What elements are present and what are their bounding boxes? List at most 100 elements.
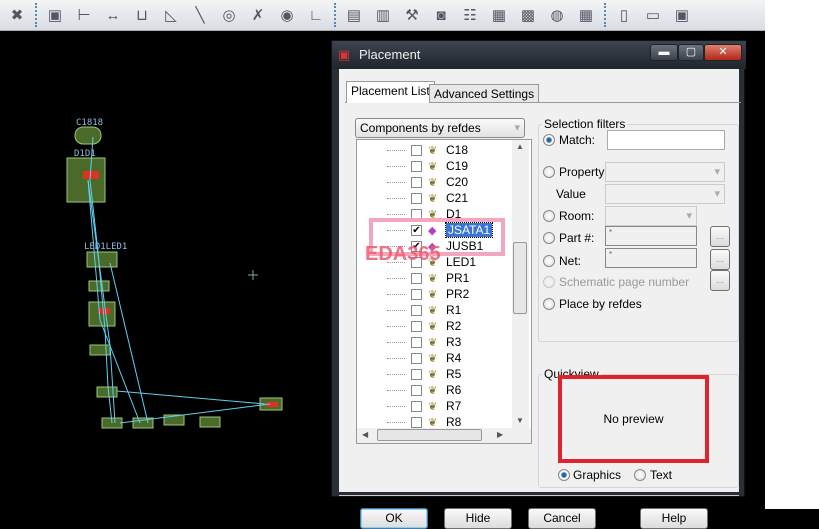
scrollbar-thumb[interactable] <box>513 242 527 314</box>
odb-icon[interactable]: ▤ <box>343 4 365 26</box>
list-mode-select[interactable]: Components by refdes <box>355 118 525 138</box>
tree-item[interactable]: ❦ PR2 <box>357 286 507 302</box>
report-icon[interactable]: ▦ <box>488 4 510 26</box>
dimension-datum-icon[interactable]: ⊔ <box>131 4 153 26</box>
dialog-client: Placement List Advanced Settings Compone… <box>339 69 741 529</box>
arc-icon[interactable]: ✗ <box>247 4 269 26</box>
array-icon[interactable]: ▦ <box>575 4 597 26</box>
value-select[interactable] <box>605 184 725 204</box>
net-browse-button[interactable]: ... <box>710 249 730 270</box>
tab-placement-list[interactable]: Placement List <box>346 81 435 103</box>
library-icon[interactable]: ▥ <box>372 4 394 26</box>
component-icon: ❦ <box>428 176 438 189</box>
property-select[interactable] <box>605 162 725 182</box>
book-icon[interactable]: ▭ <box>642 4 664 26</box>
scroll-left-icon[interactable]: ◀ <box>362 430 368 439</box>
match-field[interactable] <box>607 130 725 150</box>
tree-item[interactable]: ❦ C21 <box>357 190 507 206</box>
dimension-linear-icon[interactable]: ↔ <box>102 4 124 26</box>
tree-item-checkbox[interactable] <box>411 336 422 348</box>
tree-item-checkbox[interactable] <box>411 416 422 428</box>
component-d1 <box>66 157 106 203</box>
tree-item-checkbox[interactable] <box>411 304 422 316</box>
refdes-icon[interactable]: ☷ <box>459 4 481 26</box>
angle-icon[interactable]: ◺ <box>160 4 182 26</box>
vertical-scrollbar[interactable]: ▲ ▼ <box>512 140 529 428</box>
tab-advanced-settings[interactable]: Advanced Settings <box>429 84 540 103</box>
line-icon[interactable]: ╲ <box>189 4 211 26</box>
property-radio[interactable] <box>543 166 555 178</box>
tree-item-checkbox[interactable] <box>411 352 422 364</box>
graphics-radio[interactable] <box>558 469 570 481</box>
scroll-right-icon[interactable]: ▶ <box>497 430 503 439</box>
part-field[interactable]: * <box>605 226 697 246</box>
tree-item[interactable]: ❦ R5 <box>357 366 507 382</box>
tree-item[interactable]: ❦ R2 <box>357 318 507 334</box>
tree-item-checkbox[interactable] <box>411 400 422 412</box>
tree-item-label: LED1 <box>446 255 477 269</box>
hide-button[interactable]: Hide <box>444 508 512 529</box>
component-icon[interactable]: ▣ <box>44 4 66 26</box>
hscroll-thumb[interactable] <box>377 429 482 441</box>
background-strip <box>765 0 819 509</box>
schematic-radio[interactable] <box>543 276 555 288</box>
tree-item[interactable]: ❦ R4 <box>357 350 507 366</box>
text-radio[interactable] <box>634 469 646 481</box>
pcb-label: D1D1 <box>74 149 96 159</box>
match-radio[interactable] <box>543 134 555 146</box>
component-icon: ❦ <box>428 416 438 429</box>
refdes-radio[interactable] <box>543 298 555 310</box>
note-icon[interactable]: ▯ <box>613 4 635 26</box>
schematic-browse-button[interactable]: ... <box>710 270 730 291</box>
corner-icon[interactable]: ∟ <box>305 4 327 26</box>
horizontal-scrollbar[interactable]: ◀ ▶ <box>357 428 531 443</box>
maximize-button[interactable]: ▢ <box>678 44 704 61</box>
tree-item-checkbox[interactable] <box>411 272 422 284</box>
grid-icon[interactable]: ▩ <box>517 4 539 26</box>
circle-icon[interactable]: ◎ <box>218 4 240 26</box>
tree-item[interactable]: ❦ R1 <box>357 302 507 318</box>
schematic-label: Schematic page number <box>559 275 690 289</box>
tree-item[interactable]: ❦ R3 <box>357 334 507 350</box>
delete-icon[interactable]: ✖ <box>6 4 28 26</box>
dimension-icon[interactable]: ⊢ <box>73 4 95 26</box>
cancel-button[interactable]: Cancel <box>528 508 596 529</box>
tree-item-checkbox[interactable] <box>411 288 422 300</box>
tree-item[interactable]: ❦ PR1 <box>357 270 507 286</box>
tree-item-checkbox[interactable] <box>411 368 422 380</box>
help-button[interactable]: Help <box>640 508 708 529</box>
tree-item[interactable]: ❦ C18 <box>357 142 507 158</box>
tree-item[interactable]: ❦ C19 <box>357 158 507 174</box>
tree-item-checkbox[interactable] <box>411 192 422 204</box>
tree-item[interactable]: ❦ R7 <box>357 398 507 414</box>
room-select[interactable] <box>605 206 697 226</box>
close-button[interactable]: ✕ <box>704 44 742 61</box>
camera-icon[interactable]: ◙ <box>430 4 452 26</box>
part-browse-button[interactable]: ... <box>710 226 730 247</box>
pcb-canvas[interactable]: C1818 D1D1 LED1LED1 <box>0 31 330 509</box>
tree-item[interactable]: ❦ R6 <box>357 382 507 398</box>
scroll-down-icon[interactable]: ▼ <box>516 416 524 425</box>
component-tree[interactable]: ❦ C18 ❦ C19 ❦ C20 ❦ C21 ❦ D1 ✔ ◆ JSATA1 ✔ ◆ JUSB1 ❦ LED1 ❦… <box>356 139 532 444</box>
tree-item-checkbox[interactable] <box>411 144 422 156</box>
tree-item-label: R1 <box>446 303 462 317</box>
package-icon[interactable]: ▣ <box>671 4 693 26</box>
part-radio[interactable] <box>543 232 555 244</box>
text-icon[interactable]: ◉ <box>276 4 298 26</box>
tree-item-checkbox[interactable] <box>411 320 422 332</box>
tree-item[interactable]: ❦ C20 <box>357 174 507 190</box>
scroll-up-icon[interactable]: ▲ <box>516 142 524 151</box>
tree-item-checkbox[interactable] <box>411 176 422 188</box>
net-radio[interactable] <box>543 255 555 267</box>
ok-button[interactable]: OK <box>360 508 428 529</box>
component-led1 <box>86 251 118 268</box>
title-bar[interactable]: ▣ Placement ▬ ▢ ✕ <box>332 41 746 69</box>
tools-icon[interactable]: ⚒ <box>401 4 423 26</box>
tree-item-checkbox[interactable] <box>411 384 422 396</box>
testpoint-icon[interactable]: ◍ <box>546 4 568 26</box>
toolbar-separator <box>604 3 606 27</box>
tree-item-checkbox[interactable] <box>411 160 422 172</box>
net-field[interactable]: * <box>605 248 697 268</box>
minimize-button[interactable]: ▬ <box>650 44 678 61</box>
room-radio[interactable] <box>543 210 555 222</box>
